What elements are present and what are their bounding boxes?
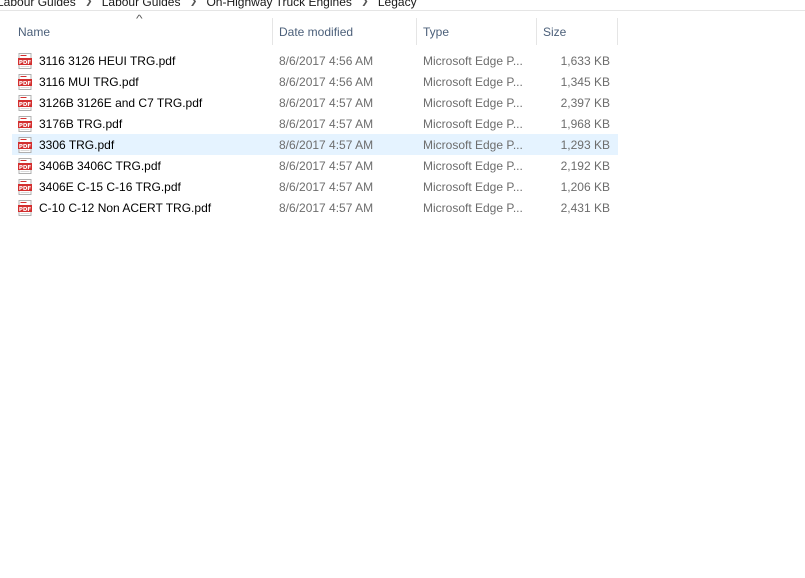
column-header-size-label: Size [543, 24, 567, 39]
column-header-row: Name ^ Date modified Type Size [12, 14, 618, 45]
file-size: 1,345 KB [560, 74, 610, 89]
file-name: 3116 MUI TRG.pdf [39, 74, 139, 89]
file-name: 3406E C-15 C-16 TRG.pdf [39, 179, 181, 194]
breadcrumb-item-legacy[interactable]: Legacy [376, 0, 419, 9]
file-date-modified: 8/6/2017 4:57 AM [279, 137, 374, 152]
file-type: Microsoft Edge P... [423, 158, 523, 173]
file-type: Microsoft Edge P... [423, 53, 523, 68]
file-type: Microsoft Edge P... [423, 74, 523, 89]
file-name-cell: PDF 3406E C-15 C-16 TRG.pdf [12, 178, 273, 195]
file-size: 2,397 KB [560, 95, 610, 110]
file-name: 3306 TRG.pdf [39, 137, 115, 152]
file-name-cell: PDF 3116 MUI TRG.pdf [12, 73, 273, 90]
file-row[interactable]: PDF 3116 3126 HEUI TRG.pdf 8/6/2017 4:56… [12, 50, 618, 71]
file-name: C-10 C-12 Non ACERT TRG.pdf [39, 200, 212, 215]
file-type: Microsoft Edge P... [423, 200, 523, 215]
file-type: Microsoft Edge P... [423, 95, 523, 110]
svg-text:PDF: PDF [19, 80, 32, 86]
file-name-cell: PDF 3116 3126 HEUI TRG.pdf [12, 52, 273, 69]
pdf-file-icon: PDF [18, 136, 32, 153]
file-name: 3126B 3126E and C7 TRG.pdf [39, 95, 203, 110]
file-row[interactable]: PDF 3306 TRG.pdf 8/6/2017 4:57 AM Micros… [12, 134, 618, 155]
file-list: PDF 3116 3126 HEUI TRG.pdf 8/6/2017 4:56… [12, 50, 618, 218]
svg-text:PDF: PDF [19, 101, 32, 107]
sort-ascending-icon: ^ [136, 14, 143, 25]
file-date-modified: 8/6/2017 4:57 AM [279, 179, 374, 194]
column-header-type-label: Type [423, 24, 450, 39]
column-header-name[interactable]: Name ^ [12, 14, 273, 45]
file-name-cell: PDF 3176B TRG.pdf [12, 115, 273, 132]
svg-text:PDF: PDF [19, 143, 32, 149]
file-date-modified: 8/6/2017 4:57 AM [279, 116, 374, 131]
breadcrumb-item-labour-guides[interactable]: Labour Guides [100, 0, 183, 9]
pdf-file-icon: PDF [18, 115, 32, 132]
file-type: Microsoft Edge P... [423, 137, 523, 152]
file-size: 1,293 KB [560, 137, 610, 152]
file-type: Microsoft Edge P... [423, 179, 523, 194]
file-row[interactable]: PDF 3406E C-15 C-16 TRG.pdf 8/6/2017 4:5… [12, 176, 618, 197]
column-header-type[interactable]: Type [417, 18, 537, 45]
file-size: 1,206 KB [560, 179, 610, 194]
column-header-name-label: Name [18, 24, 51, 39]
file-size: 1,633 KB [560, 53, 610, 68]
svg-text:PDF: PDF [19, 59, 32, 65]
pdf-file-icon: PDF [18, 157, 32, 174]
file-row[interactable]: PDF 3176B TRG.pdf 8/6/2017 4:57 AM Micro… [12, 113, 618, 134]
file-name-cell: PDF 3126B 3126E and C7 TRG.pdf [12, 94, 273, 111]
file-size: 1,968 KB [560, 116, 610, 131]
file-row[interactable]: PDF 3406B 3406C TRG.pdf 8/6/2017 4:57 AM… [12, 155, 618, 176]
file-name: 3406B 3406C TRG.pdf [39, 158, 161, 173]
column-header-size[interactable]: Size [537, 18, 618, 45]
breadcrumb-item-labour-guides-parent[interactable]: Labour Guides [0, 0, 78, 9]
pdf-file-icon: PDF [18, 199, 32, 216]
file-size: 2,192 KB [560, 158, 610, 173]
file-name-cell: PDF 3406B 3406C TRG.pdf [12, 157, 273, 174]
chevron-right-icon[interactable]: ❯ [182, 0, 204, 7]
svg-text:PDF: PDF [19, 206, 32, 212]
file-size: 2,431 KB [560, 200, 610, 215]
svg-text:PDF: PDF [19, 185, 32, 191]
breadcrumb-item-on-highway-truck-engines[interactable]: On-Highway Truck Engines [204, 0, 353, 9]
file-date-modified: 8/6/2017 4:56 AM [279, 74, 374, 89]
file-type: Microsoft Edge P... [423, 116, 523, 131]
svg-text:PDF: PDF [19, 164, 32, 170]
file-row[interactable]: PDF C-10 C-12 Non ACERT TRG.pdf 8/6/2017… [12, 197, 618, 218]
file-name: 3116 3126 HEUI TRG.pdf [39, 53, 176, 68]
breadcrumb: Labour Guides ❯ Labour Guides ❯ On-Highw… [0, 0, 805, 11]
column-header-date-modified[interactable]: Date modified [273, 18, 417, 45]
file-date-modified: 8/6/2017 4:57 AM [279, 95, 374, 110]
chevron-right-icon[interactable]: ❯ [354, 0, 376, 7]
file-date-modified: 8/6/2017 4:57 AM [279, 200, 374, 215]
pdf-file-icon: PDF [18, 73, 32, 90]
chevron-right-icon[interactable]: ❯ [78, 0, 100, 7]
file-name: 3176B TRG.pdf [39, 116, 123, 131]
file-date-modified: 8/6/2017 4:56 AM [279, 53, 374, 68]
file-row[interactable]: PDF 3116 MUI TRG.pdf 8/6/2017 4:56 AM Mi… [12, 71, 618, 92]
file-explorer-window: Labour Guides ❯ Labour Guides ❯ On-Highw… [0, 0, 805, 578]
file-name-cell: PDF 3306 TRG.pdf [12, 136, 273, 153]
pdf-file-icon: PDF [18, 52, 32, 69]
file-name-cell: PDF C-10 C-12 Non ACERT TRG.pdf [12, 199, 273, 216]
pdf-file-icon: PDF [18, 178, 32, 195]
svg-text:PDF: PDF [19, 122, 32, 128]
column-header-date-label: Date modified [279, 24, 354, 39]
pdf-file-icon: PDF [18, 94, 32, 111]
file-date-modified: 8/6/2017 4:57 AM [279, 158, 374, 173]
file-row[interactable]: PDF 3126B 3126E and C7 TRG.pdf 8/6/2017 … [12, 92, 618, 113]
